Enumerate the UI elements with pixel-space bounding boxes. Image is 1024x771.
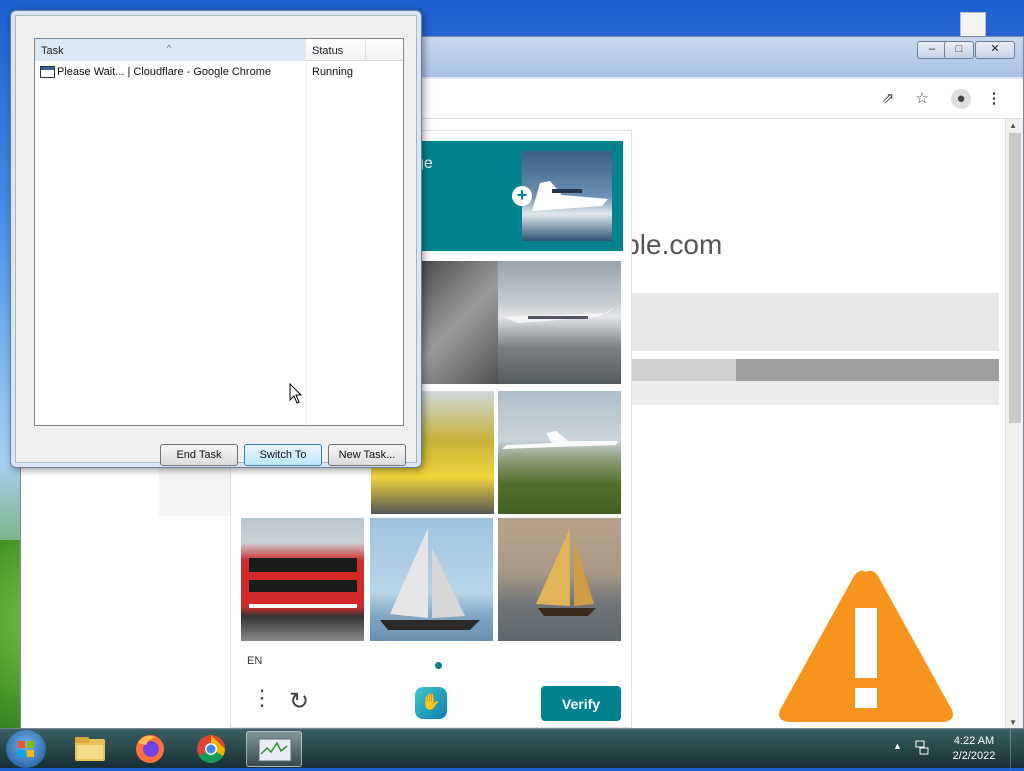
- warning-icon: [779, 570, 953, 722]
- switch-to-button[interactable]: Switch To: [244, 444, 322, 466]
- system-clock[interactable]: 4:22 AM 2/2/2022: [945, 734, 1003, 764]
- clock-time: 4:22 AM: [953, 735, 995, 747]
- scrollbar-thumb[interactable]: [1009, 133, 1021, 423]
- hcaptcha-logo-icon[interactable]: ✋: [415, 687, 447, 719]
- more-icon[interactable]: ⋮: [984, 89, 1004, 109]
- minimize-button[interactable]: –: [917, 41, 947, 59]
- profile-icon[interactable]: ●: [951, 89, 971, 109]
- captcha-sample-image: [522, 151, 612, 241]
- chrome-icon: [197, 735, 225, 763]
- share-icon[interactable]: ⇗: [878, 89, 898, 109]
- plus-icon: +: [512, 186, 532, 206]
- column-task[interactable]: Task ^: [35, 39, 306, 61]
- language-selector[interactable]: EN: [247, 655, 262, 667]
- captcha-tile-sailboat-1[interactable]: [370, 518, 493, 641]
- page-indicator: [435, 662, 442, 669]
- captcha-tile-airplane-2[interactable]: [498, 391, 621, 514]
- sort-ascending-icon: ^: [167, 43, 172, 53]
- task-manager-panel: Task ^ Status Please Wait... | Cloudflar…: [15, 15, 417, 466]
- mouse-cursor-icon: [289, 383, 303, 404]
- start-button[interactable]: [6, 730, 46, 768]
- captcha-menu-icon[interactable]: ⋮: [251, 687, 273, 709]
- explorer-taskbar-button[interactable]: [62, 731, 118, 767]
- progress-fill: [736, 359, 999, 381]
- task-status: Running: [312, 66, 353, 78]
- column-status[interactable]: Status: [306, 39, 366, 61]
- maximize-button[interactable]: □: [944, 41, 974, 59]
- end-task-button[interactable]: End Task: [160, 444, 238, 466]
- task-name: Please Wait... | Cloudflare - Google Chr…: [57, 66, 271, 78]
- task-manager-window: Task ^ Status Please Wait... | Cloudflar…: [10, 10, 422, 468]
- page-scrollbar[interactable]: ▲ ▼: [1005, 119, 1023, 729]
- task-manager-taskbar-button[interactable]: [246, 731, 302, 767]
- new-task-button[interactable]: New Task...: [328, 444, 406, 466]
- network-icon[interactable]: [914, 739, 930, 755]
- firefox-taskbar-button[interactable]: [122, 731, 178, 767]
- task-list-header: Task ^ Status: [35, 39, 403, 61]
- verify-button[interactable]: Verify: [541, 686, 621, 721]
- taskbar: ▲ 4:22 AM 2/2/2022: [0, 728, 1024, 769]
- close-button[interactable]: ✕: [975, 41, 1015, 59]
- task-row[interactable]: Please Wait... | Cloudflare - Google Chr…: [35, 63, 403, 81]
- windows-logo-icon: [18, 741, 34, 757]
- task-list[interactable]: Task ^ Status Please Wait... | Cloudflar…: [34, 38, 404, 426]
- domain-text: ible.com: [618, 229, 723, 260]
- window-icon: [40, 66, 55, 78]
- captcha-tile-bus-2[interactable]: [241, 518, 364, 641]
- folder-icon: [75, 737, 105, 761]
- star-icon[interactable]: ☆: [912, 89, 932, 109]
- show-desktop-button[interactable]: [1010, 729, 1024, 769]
- firefox-icon: [136, 735, 164, 763]
- chrome-taskbar-button[interactable]: [183, 731, 239, 767]
- clock-date: 2/2/2022: [952, 750, 996, 762]
- refresh-icon[interactable]: ↻: [289, 687, 309, 716]
- show-hidden-icons-icon[interactable]: ▲: [893, 741, 902, 751]
- captcha-tile-airplane-1[interactable]: [498, 261, 621, 384]
- task-manager-icon: [258, 738, 292, 762]
- captcha-tile-sailboat-2[interactable]: [498, 518, 621, 641]
